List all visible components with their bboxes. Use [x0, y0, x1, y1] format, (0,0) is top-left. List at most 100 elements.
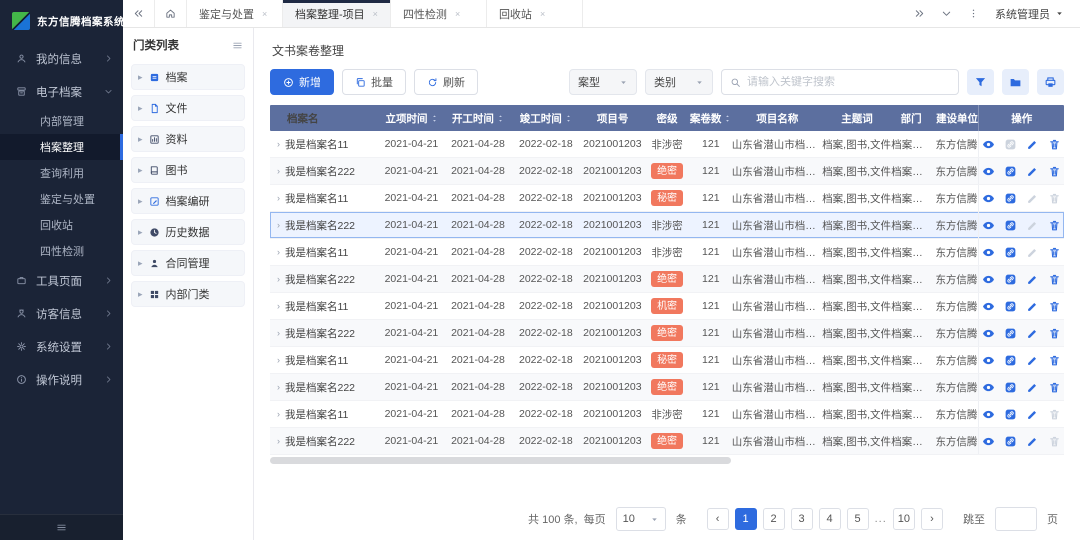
- delete-button[interactable]: [1048, 138, 1061, 151]
- tab-archive-organize-project[interactable]: 档案整理-项目 ×: [283, 0, 391, 27]
- folder-export-button[interactable]: [1002, 69, 1029, 95]
- view-button[interactable]: [982, 273, 995, 286]
- link-button[interactable]: [1004, 381, 1017, 394]
- edit-button[interactable]: [1026, 435, 1039, 448]
- link-button[interactable]: [1004, 165, 1017, 178]
- page-button-2[interactable]: 2: [762, 508, 785, 530]
- table-row[interactable]: › 我是档案名222 2021-04-21 2021-04-28 2022-02-18 2…: [270, 320, 1064, 347]
- page-button-4[interactable]: 4: [818, 508, 841, 530]
- tabs-scroll-right-icon[interactable]: [914, 8, 925, 19]
- add-button[interactable]: 新增: [270, 69, 334, 95]
- edit-button[interactable]: [1026, 327, 1039, 340]
- link-button[interactable]: [1004, 192, 1017, 205]
- table-row[interactable]: › 我是档案名11 2021-04-21 2021-04-28 2022-02-18 20…: [270, 347, 1064, 374]
- row-expand-icon[interactable]: ›: [277, 247, 280, 257]
- column-header-3[interactable]: 开工时间: [445, 111, 511, 126]
- row-expand-icon[interactable]: ›: [277, 355, 280, 365]
- search-input[interactable]: [747, 76, 950, 88]
- tree-item-archive-research[interactable]: ▸ 档案编研: [131, 188, 245, 214]
- sidebar-item-visitor-info[interactable]: 访客信息: [0, 297, 123, 330]
- expand-caret-icon[interactable]: ▸: [138, 165, 143, 176]
- view-button[interactable]: [982, 300, 995, 313]
- batch-button[interactable]: 批量: [342, 69, 406, 95]
- view-button[interactable]: [982, 435, 995, 448]
- row-expand-icon[interactable]: ›: [277, 301, 280, 311]
- sidebar-subitem-recycle-bin[interactable]: 回收站: [0, 212, 123, 238]
- table-row[interactable]: › 我是档案名11 2021-04-21 2021-04-28 2022-02-18 20…: [270, 401, 1064, 428]
- row-expand-icon[interactable]: ›: [277, 436, 280, 446]
- table-row[interactable]: › 我是档案名11 2021-04-21 2021-04-28 2022-02-18 20…: [270, 239, 1064, 266]
- per-page-select[interactable]: 10: [615, 507, 666, 531]
- tab-four-property-check[interactable]: 四性检测 ×: [391, 0, 487, 27]
- print-button[interactable]: [1037, 69, 1064, 95]
- sidebar-subitem-appraisal-disposal[interactable]: 鉴定与处置: [0, 186, 123, 212]
- sidebar-item-tools-page[interactable]: 工具页面: [0, 264, 123, 297]
- sidebar-collapse-button[interactable]: [0, 514, 123, 540]
- next-page-button[interactable]: ›: [921, 508, 943, 530]
- refresh-button[interactable]: 刷新: [414, 69, 478, 95]
- link-button[interactable]: [1004, 273, 1017, 286]
- tree-item-material[interactable]: ▸ 资料: [131, 126, 245, 152]
- row-expand-icon[interactable]: ›: [277, 409, 280, 419]
- link-button[interactable]: [1004, 246, 1017, 259]
- tree-item-book[interactable]: ▸ 图书: [131, 157, 245, 183]
- table-row[interactable]: › 我是档案名11 2021-04-21 2021-04-28 2022-02-18 20…: [270, 185, 1064, 212]
- expand-caret-icon[interactable]: ▸: [138, 258, 143, 269]
- row-expand-icon[interactable]: ›: [277, 220, 280, 230]
- tree-item-history-data[interactable]: ▸ 历史数据: [131, 219, 245, 245]
- row-expand-icon[interactable]: ›: [277, 166, 280, 176]
- home-icon[interactable]: [155, 0, 187, 27]
- view-button[interactable]: [982, 246, 995, 259]
- tab-appraisal-disposal[interactable]: 鉴定与处置 ×: [187, 0, 283, 27]
- delete-button[interactable]: [1048, 246, 1061, 259]
- link-button[interactable]: [1004, 408, 1017, 421]
- table-row[interactable]: › 我是档案名222 2021-04-21 2021-04-28 2022-02-18 2…: [270, 212, 1064, 239]
- panel-menu-icon[interactable]: [232, 40, 243, 51]
- sidebar-subitem-four-property-check[interactable]: 四性检测: [0, 238, 123, 264]
- edit-button[interactable]: [1026, 300, 1039, 313]
- row-expand-icon[interactable]: ›: [277, 274, 280, 284]
- table-row[interactable]: › 我是档案名222 2021-04-21 2021-04-28 2022-02-18 2…: [270, 428, 1064, 455]
- tab-close-icon[interactable]: ×: [373, 9, 378, 19]
- edit-button[interactable]: [1026, 138, 1039, 151]
- column-header-4[interactable]: 竣工时间: [512, 111, 581, 126]
- view-button[interactable]: [982, 219, 995, 232]
- view-button[interactable]: [982, 327, 995, 340]
- tab-recycle-bin[interactable]: 回收站 ×: [487, 0, 583, 27]
- scrollbar-thumb[interactable]: [270, 457, 731, 464]
- filter-button[interactable]: [967, 69, 994, 95]
- delete-button[interactable]: [1048, 381, 1061, 394]
- delete-button[interactable]: [1048, 300, 1061, 313]
- edit-button[interactable]: [1026, 381, 1039, 394]
- table-row[interactable]: › 我是档案名222 2021-04-21 2021-04-28 2022-02-18 2…: [270, 266, 1064, 293]
- view-button[interactable]: [982, 192, 995, 205]
- sidebar-subitem-query-use[interactable]: 查询利用: [0, 160, 123, 186]
- category-select[interactable]: 类别: [645, 69, 713, 95]
- tree-item-internal-category[interactable]: ▸ 内部门类: [131, 281, 245, 307]
- prev-page-button[interactable]: ‹: [706, 508, 729, 530]
- tabs-scroll-left-icon[interactable]: [123, 0, 155, 27]
- sidebar-item-system-settings[interactable]: 系统设置: [0, 330, 123, 363]
- sidebar-item-operation-guide[interactable]: 操作说明: [0, 363, 123, 396]
- tab-close-icon[interactable]: ×: [540, 9, 545, 19]
- table-row[interactable]: › 我是档案名222 2021-04-21 2021-04-28 2022-02-18 2…: [270, 158, 1064, 185]
- delete-button[interactable]: [1048, 354, 1061, 367]
- delete-button[interactable]: [1048, 327, 1061, 340]
- link-button[interactable]: [1004, 327, 1017, 340]
- link-button[interactable]: [1004, 219, 1017, 232]
- link-button[interactable]: [1004, 354, 1017, 367]
- table-row[interactable]: › 我是档案名222 2021-04-21 2021-04-28 2022-02-18 2…: [270, 374, 1064, 401]
- column-header-7[interactable]: 案卷数: [690, 111, 733, 126]
- expand-caret-icon[interactable]: ▸: [138, 196, 143, 207]
- row-expand-icon[interactable]: ›: [277, 328, 280, 338]
- tree-item-archive[interactable]: ▸ 档案: [131, 64, 245, 90]
- page-button-1[interactable]: 1: [734, 508, 757, 530]
- table-row[interactable]: › 我是档案名11 2021-04-21 2021-04-28 2022-02-18 20…: [270, 293, 1064, 320]
- view-button[interactable]: [982, 138, 995, 151]
- expand-caret-icon[interactable]: ▸: [138, 227, 143, 238]
- jump-page-input[interactable]: [995, 507, 1037, 531]
- link-button[interactable]: [1004, 300, 1017, 313]
- expand-caret-icon[interactable]: ▸: [138, 103, 143, 114]
- more-options-icon[interactable]: [968, 8, 979, 19]
- table-row[interactable]: › 我是档案名11 2021-04-21 2021-04-28 2022-02-18 20…: [270, 131, 1064, 158]
